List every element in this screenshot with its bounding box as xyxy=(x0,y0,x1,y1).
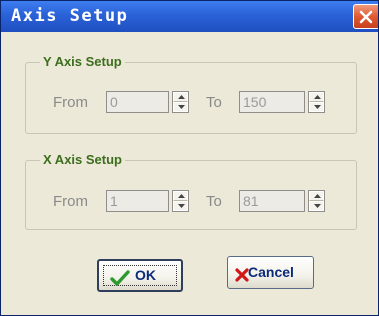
chevron-up-icon xyxy=(178,95,185,99)
y-to-spin-up[interactable] xyxy=(309,92,324,102)
y-axis-group: Y Axis Setup From 0 To 150 xyxy=(25,54,357,134)
y-from-input[interactable]: 0 xyxy=(106,91,169,113)
dialog-body: Y Axis Setup From 0 To 150 X Axis Setup … xyxy=(1,32,378,315)
y-to-spinner[interactable] xyxy=(308,91,325,113)
chevron-up-icon xyxy=(314,95,321,99)
x-to-value: 81 xyxy=(243,193,259,209)
axis-setup-dialog: Axis Setup Y Axis Setup From 0 To 150 X … xyxy=(0,0,379,316)
x-to-spin-up[interactable] xyxy=(309,191,324,201)
window-title: Axis Setup xyxy=(11,6,129,26)
y-to-spin-down[interactable] xyxy=(309,102,324,112)
chevron-up-icon xyxy=(178,194,185,198)
chevron-up-icon xyxy=(314,194,321,198)
y-to-label: To xyxy=(206,94,222,111)
close-button[interactable] xyxy=(353,4,378,29)
y-from-spin-down[interactable] xyxy=(173,102,188,112)
x-to-input[interactable]: 81 xyxy=(239,190,305,212)
chevron-down-icon xyxy=(314,105,321,109)
y-from-label: From xyxy=(53,94,88,111)
y-from-value: 0 xyxy=(110,94,118,110)
close-icon xyxy=(359,10,373,24)
x-from-spin-down[interactable] xyxy=(173,201,188,211)
y-from-spin-up[interactable] xyxy=(173,92,188,102)
title-bar[interactable]: Axis Setup xyxy=(1,1,378,32)
cancel-button-label: Cancel xyxy=(248,264,294,280)
x-axis-group: X Axis Setup From 1 To 81 xyxy=(25,152,357,230)
y-to-input[interactable]: 150 xyxy=(239,91,305,113)
chevron-down-icon xyxy=(314,204,321,208)
x-to-spinner[interactable] xyxy=(308,190,325,212)
x-to-label: To xyxy=(206,193,222,210)
cancel-button[interactable]: Cancel xyxy=(227,256,314,289)
x-to-spin-down[interactable] xyxy=(309,201,324,211)
x-axis-group-label: X Axis Setup xyxy=(40,152,125,167)
x-mark-icon xyxy=(235,268,249,282)
x-from-value: 1 xyxy=(110,193,118,209)
x-from-label: From xyxy=(53,193,88,210)
ok-button[interactable]: OK xyxy=(97,259,183,292)
y-axis-group-label: Y Axis Setup xyxy=(40,54,125,69)
y-from-spinner[interactable] xyxy=(172,91,189,113)
chevron-down-icon xyxy=(178,204,185,208)
ok-button-label: OK xyxy=(135,267,156,283)
y-to-value: 150 xyxy=(243,94,267,110)
chevron-down-icon xyxy=(178,105,185,109)
checkmark-icon xyxy=(110,270,130,286)
x-from-input[interactable]: 1 xyxy=(106,190,169,212)
x-from-spinner[interactable] xyxy=(172,190,189,212)
x-from-spin-up[interactable] xyxy=(173,191,188,201)
